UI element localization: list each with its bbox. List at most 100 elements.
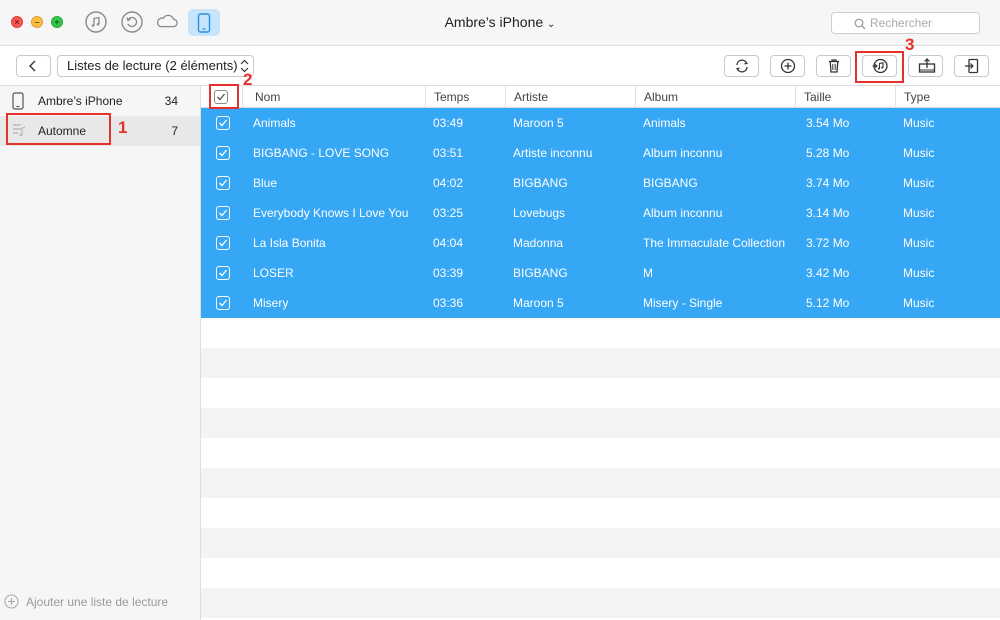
empty-row [201, 438, 1000, 468]
search-input[interactable] [870, 15, 975, 31]
cell-artiste: Maroon 5 [513, 116, 564, 130]
chevron-left-icon [29, 60, 36, 72]
empty-row [201, 468, 1000, 498]
cell-temps: 03:39 [433, 266, 464, 280]
cell-type: Music [903, 176, 935, 190]
cell-taille: 3.54 Mo [806, 116, 850, 130]
cell-album: Misery - Single [643, 296, 723, 310]
checkmark-icon [219, 119, 228, 127]
empty-row [201, 528, 1000, 558]
empty-row [201, 588, 1000, 618]
refresh-button[interactable] [724, 55, 759, 77]
search-icon [854, 18, 866, 30]
itunes-icon[interactable] [84, 10, 108, 34]
sidebar-item-count: 34 [164, 94, 178, 108]
cell-type: Music [903, 296, 935, 310]
back-button[interactable] [16, 55, 51, 77]
annotation-marker-1: 1 [118, 118, 128, 137]
cell-album: BIGBANG [643, 176, 698, 190]
row-checkbox[interactable] [216, 236, 230, 250]
cell-temps: 03:51 [433, 146, 464, 160]
chevron-down-icon: ⌄ [547, 19, 556, 30]
cell-album: Animals [643, 116, 686, 130]
row-checkbox[interactable] [216, 296, 230, 310]
annotation-marker-2: 2 [243, 70, 253, 89]
minimize-window-button[interactable]: – [31, 16, 43, 28]
cell-temps: 03:49 [433, 116, 464, 130]
cell-album: M [643, 266, 653, 280]
table-row[interactable]: Misery 03:36 Maroon 5 Misery - Single 5.… [201, 288, 1000, 318]
empty-row [201, 318, 1000, 348]
cell-taille: 3.42 Mo [806, 266, 850, 280]
column-header-temps[interactable]: Temps [426, 86, 506, 108]
table-row[interactable]: Everybody Knows I Love You 03:25 Lovebug… [201, 198, 1000, 228]
table-row[interactable]: Animals 03:49 Maroon 5 Animals 3.54 Mo M… [201, 108, 1000, 138]
column-header-nom[interactable]: Nom [247, 86, 426, 108]
sidebar-item-count: 7 [171, 124, 178, 138]
column-header-type[interactable]: Type [896, 86, 1000, 108]
maximize-window-button[interactable]: + [51, 16, 63, 28]
checkmark-icon [219, 209, 228, 217]
backup-history-icon[interactable] [120, 10, 144, 34]
device-title-text: Ambre’s iPhone [444, 14, 544, 30]
sidebar: Ambre’s iPhone 34 Automne 7 Ajouter une … [0, 86, 201, 620]
export-to-computer-button[interactable] [908, 55, 943, 77]
sidebar-item-label: Ambre’s iPhone [38, 94, 123, 108]
annotation-marker-3: 3 [905, 35, 915, 54]
playlist-category-label: Listes de lecture (2 éléments) [67, 58, 238, 73]
trash-icon [829, 59, 839, 73]
row-checkbox[interactable] [216, 266, 230, 280]
annotation-highlight-2 [209, 84, 239, 109]
cell-album: Album inconnu [643, 146, 723, 160]
toolbar: Listes de lecture (2 éléments) [0, 46, 1000, 86]
checkmark-icon [219, 149, 228, 157]
plus-circle-icon [780, 58, 796, 74]
cell-type: Music [903, 116, 935, 130]
checkmark-icon [219, 269, 228, 277]
column-header-taille[interactable]: Taille [796, 86, 896, 108]
cell-artiste: BIGBANG [513, 176, 568, 190]
cell-artiste: Madonna [513, 236, 564, 250]
cell-type: Music [903, 266, 935, 280]
cell-nom: LOSER [253, 266, 294, 280]
title-bar: × – + Ambre’s iPhone ⌄ [0, 0, 1000, 46]
row-checkbox[interactable] [216, 146, 230, 160]
cell-temps: 03:36 [433, 296, 464, 310]
icloud-icon[interactable] [155, 10, 181, 34]
cell-nom: Misery [253, 296, 289, 310]
table-row[interactable]: Blue 04:02 BIGBANG BIGBANG 3.74 Mo Music [201, 168, 1000, 198]
device-title[interactable]: Ambre’s iPhone ⌄ [400, 14, 600, 30]
cell-artiste: Lovebugs [513, 206, 566, 220]
cell-album: The Immaculate Collection [643, 236, 786, 250]
table-header: Nom Temps Artiste Album Taille Type [201, 86, 1000, 108]
annotation-highlight-1 [6, 113, 111, 145]
cell-temps: 03:25 [433, 206, 464, 220]
close-window-button[interactable]: × [11, 16, 23, 28]
table-row[interactable]: La Isla Bonita 04:04 Madonna The Immacul… [201, 228, 1000, 258]
song-table: Nom Temps Artiste Album Taille Type Anim… [201, 86, 1000, 620]
table-row[interactable]: BIGBANG - LOVE SONG 03:51 Artiste inconn… [201, 138, 1000, 168]
checkmark-icon [219, 299, 228, 307]
cell-nom: Blue [253, 176, 278, 190]
search-box[interactable] [831, 12, 980, 34]
cell-taille: 3.14 Mo [806, 206, 850, 220]
cell-album: Album inconnu [643, 206, 723, 220]
row-checkbox[interactable] [216, 206, 230, 220]
cell-taille: 5.28 Mo [806, 146, 850, 160]
cell-artiste: BIGBANG [513, 266, 568, 280]
row-checkbox[interactable] [216, 176, 230, 190]
sidebar-item-device[interactable]: Ambre’s iPhone 34 [0, 86, 200, 116]
column-header-album[interactable]: Album [636, 86, 796, 108]
add-button[interactable] [770, 55, 805, 77]
column-header-artiste[interactable]: Artiste [506, 86, 636, 108]
row-checkbox[interactable] [216, 116, 230, 130]
table-row[interactable]: LOSER 03:39 BIGBANG M 3.42 Mo Music [201, 258, 1000, 288]
transfer-to-device-button[interactable] [954, 55, 989, 77]
cell-type: Music [903, 236, 935, 250]
playlist-category-select[interactable]: Listes de lecture (2 éléments) [57, 55, 254, 77]
device-button[interactable] [188, 9, 220, 36]
cell-nom: La Isla Bonita [253, 236, 326, 250]
delete-button[interactable] [816, 55, 851, 77]
export-computer-icon [918, 58, 936, 73]
cell-nom: BIGBANG - LOVE SONG [253, 146, 390, 160]
